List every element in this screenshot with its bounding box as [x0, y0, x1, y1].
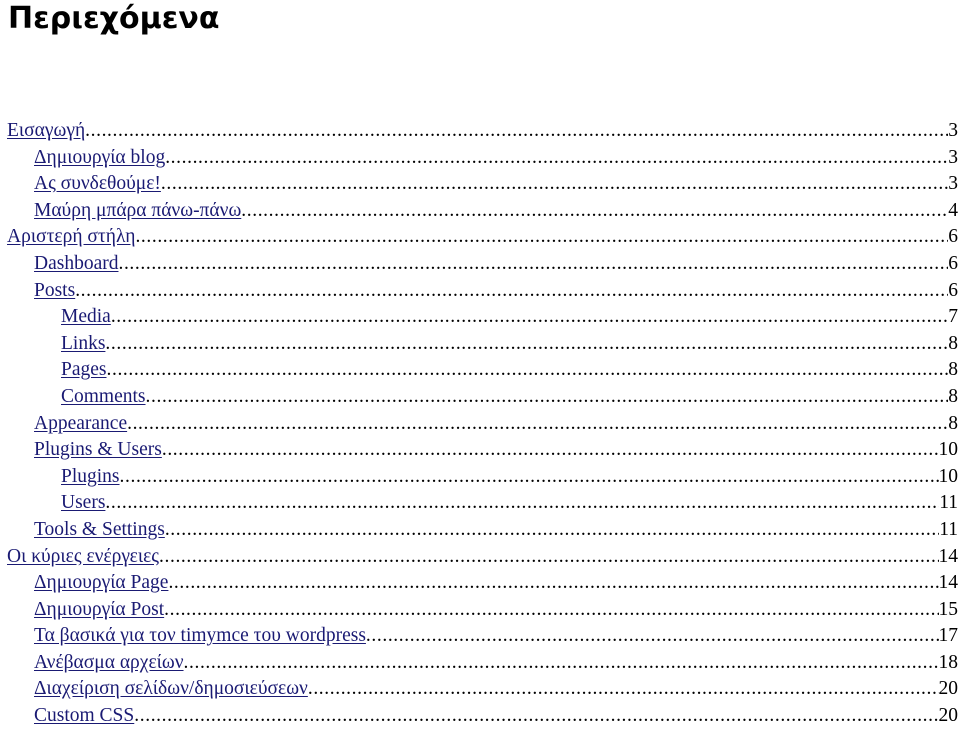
toc-entry: Users 11	[0, 490, 960, 517]
toc-entry: Plugins 10	[0, 464, 960, 491]
toc-page-number: 17	[938, 625, 959, 647]
toc-link[interactable]: Users	[61, 490, 105, 517]
dot-leader	[75, 278, 948, 305]
table-of-contents: Εισαγωγή 3 Δημιουργία blog 3 Ας συνδεθού…	[0, 118, 960, 730]
toc-page-number: 3	[948, 120, 958, 141]
dot-leader	[118, 251, 948, 278]
toc-page-number: 3	[948, 146, 958, 168]
toc-entry: Custom CSS 20	[0, 703, 960, 730]
toc-link[interactable]: Links	[61, 331, 105, 358]
dot-leader	[107, 357, 949, 384]
dot-leader	[161, 171, 948, 198]
toc-entry: Οι κύριες ενέργειες 14	[0, 544, 960, 571]
toc-entry: Δημιουργία Post 15	[0, 597, 960, 624]
dot-leader	[164, 597, 938, 624]
toc-link[interactable]: Οι κύριες ενέργειες	[7, 544, 159, 571]
toc-link[interactable]: Μαύρη μπάρα πάνω-πάνω	[34, 198, 241, 225]
dot-leader	[105, 331, 948, 358]
toc-entry: Ας συνδεθούμε! 3	[0, 171, 960, 198]
toc-link[interactable]: Tools & Settings	[34, 517, 165, 544]
toc-link[interactable]: Δημιουργία Post	[34, 597, 164, 624]
toc-entry: Comments 8	[0, 384, 960, 411]
toc-page-number: 11	[939, 492, 958, 514]
toc-entry: Appearance 8	[0, 411, 960, 438]
toc-link[interactable]: Δημιουργία Page	[34, 570, 168, 597]
dot-leader	[165, 145, 948, 172]
toc-link[interactable]: Ανέβασμα αρχείων	[34, 650, 184, 677]
toc-entry: Μαύρη μπάρα πάνω-πάνω 4	[0, 198, 960, 225]
dot-leader	[111, 304, 948, 331]
dot-leader	[134, 703, 938, 730]
toc-page-number: 8	[948, 385, 958, 407]
dot-leader	[168, 570, 938, 597]
toc-entry: Τα βασικά για τον timymce του wordpress …	[0, 623, 960, 650]
dot-leader	[85, 118, 948, 145]
toc-link[interactable]: Διαχείριση σελίδων/δημοσιεύσεων	[34, 676, 308, 703]
toc-entry: Tools & Settings 11	[0, 517, 960, 544]
toc-page-number: 14	[938, 572, 959, 594]
toc-entry: Media 7	[0, 304, 960, 331]
toc-link[interactable]: Posts	[34, 278, 75, 305]
toc-link[interactable]: Plugins	[61, 464, 120, 491]
toc-page-number: 8	[948, 332, 958, 354]
toc-page-number: 10	[938, 465, 959, 487]
dot-leader	[184, 650, 939, 677]
toc-page-number: 6	[948, 279, 958, 301]
toc-entry: Plugins & Users 10	[0, 437, 960, 464]
toc-link[interactable]: Εισαγωγή	[7, 118, 85, 145]
toc-entry: Δημιουργία blog 3	[0, 145, 960, 172]
toc-link[interactable]: Τα βασικά για τον timymce του wordpress	[34, 623, 366, 650]
toc-page-number: 6	[948, 226, 958, 248]
toc-page-number: 7	[948, 306, 958, 328]
toc-entry: Links 8	[0, 331, 960, 358]
toc-link[interactable]: Plugins & Users	[34, 437, 162, 464]
toc-link[interactable]: Media	[61, 304, 111, 331]
toc-link[interactable]: Comments	[61, 384, 146, 411]
toc-link[interactable]: Dashboard	[34, 251, 118, 278]
toc-page-number: 8	[948, 359, 958, 381]
toc-page-number: 4	[948, 199, 958, 221]
toc-link[interactable]: Custom CSS	[34, 703, 134, 730]
toc-entry: Pages 8	[0, 357, 960, 384]
dot-leader	[308, 676, 939, 703]
toc-page-number: 18	[938, 651, 959, 673]
dot-leader	[120, 464, 939, 491]
toc-link[interactable]: Pages	[61, 357, 107, 384]
toc-page-number: 15	[938, 598, 959, 620]
toc-link[interactable]: Αριστερή στήλη	[7, 224, 135, 251]
toc-entry: Δημιουργία Page 14	[0, 570, 960, 597]
toc-entry: Εισαγωγή 3	[0, 118, 960, 145]
dot-leader	[165, 517, 939, 544]
toc-page-number: 6	[948, 252, 958, 274]
toc-page-number: 20	[938, 705, 959, 727]
dot-leader	[127, 411, 948, 438]
toc-page-number: 14	[938, 545, 959, 567]
dot-leader	[241, 198, 948, 225]
toc-page-number: 10	[938, 439, 959, 461]
toc-entry: Posts 6	[0, 278, 960, 305]
dot-leader	[162, 437, 939, 464]
toc-page-number: 20	[938, 678, 959, 700]
toc-entry: Διαχείριση σελίδων/δημοσιεύσεων 20	[0, 676, 960, 703]
toc-link[interactable]: Appearance	[34, 411, 127, 438]
toc-entry: Dashboard 6	[0, 251, 960, 278]
dot-leader	[146, 384, 949, 411]
dot-leader	[105, 490, 939, 517]
toc-entry: Ανέβασμα αρχείων 18	[0, 650, 960, 677]
dot-leader	[159, 544, 938, 571]
dot-leader	[366, 623, 939, 650]
toc-link[interactable]: Ας συνδεθούμε!	[34, 171, 161, 198]
toc-page-number: 11	[939, 518, 958, 540]
dot-leader	[135, 224, 948, 251]
toc-page-number: 3	[948, 173, 958, 195]
toc-entry: Αριστερή στήλη 6	[0, 224, 960, 251]
toc-page-number: 8	[948, 412, 958, 434]
page-title: Περιεχόμενα	[8, 1, 220, 36]
toc-link[interactable]: Δημιουργία blog	[34, 145, 165, 172]
